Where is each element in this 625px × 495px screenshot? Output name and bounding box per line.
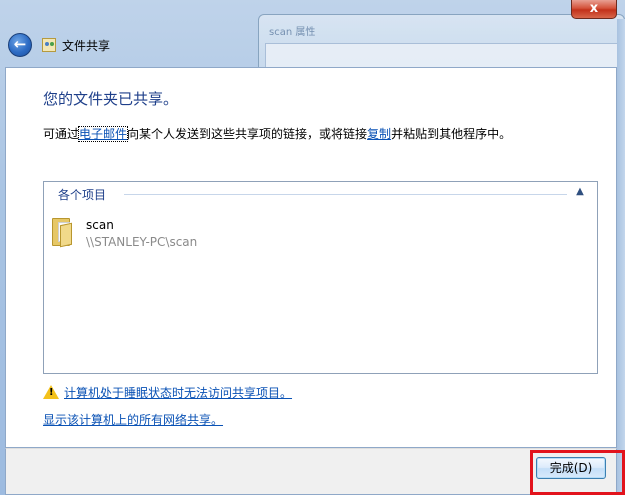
email-link[interactable]: 电子邮件 (78, 126, 129, 142)
copy-link[interactable]: 复制 (367, 127, 391, 141)
desc-middle: 向某个人发送到这些共享项的链接，或将链接 (127, 127, 368, 141)
item-path: \\STANLEY-PC\scan (86, 235, 198, 249)
folder-icon (50, 218, 74, 248)
content-pane: 您的文件夹已共享。 可通过电子邮件向某个人发送到这些共享项的链接，或将链接复制并… (5, 67, 617, 448)
description-text: 可通过电子邮件向某个人发送到这些共享项的链接，或将链接复制并粘贴到其他程序中。 (43, 125, 511, 142)
group-divider (124, 194, 567, 195)
back-arrow-icon: ← (13, 35, 27, 53)
file-sharing-icon (42, 38, 56, 52)
back-button[interactable]: ← (8, 33, 32, 57)
network-shares-row: 显示该计算机上的所有网络共享。 (43, 411, 223, 428)
background-window: scan 属性 (258, 14, 625, 74)
group-header[interactable]: 各个项目 ▲ (44, 182, 597, 206)
warning-icon (43, 385, 59, 399)
sleep-warning-link[interactable]: 计算机处于睡眠状态时无法访问共享项目。 (64, 386, 292, 400)
list-item[interactable]: scan \\STANLEY-PC\scan (50, 216, 350, 252)
close-button[interactable]: x (571, 0, 617, 19)
collapse-chevron-up-icon[interactable]: ▲ (573, 185, 587, 199)
show-network-shares-link[interactable]: 显示该计算机上的所有网络共享。 (43, 413, 223, 427)
desc-prefix: 可通过 (43, 127, 80, 141)
group-label: 各个项目 (58, 186, 113, 203)
item-name: scan (86, 218, 114, 232)
page-heading: 您的文件夹已共享。 (43, 90, 179, 108)
sleep-warning-row: 计算机处于睡眠状态时无法访问共享项目。 (43, 384, 292, 401)
desc-suffix: 并粘贴到其他程序中。 (391, 127, 512, 141)
background-window-title: scan 属性 (269, 27, 316, 38)
done-button[interactable]: 完成(D) (536, 457, 606, 479)
window-frame-right (617, 19, 625, 495)
dialog-footer (5, 448, 617, 495)
window-title: 文件共享 (62, 39, 111, 53)
shared-items-list[interactable]: 各个项目 ▲ scan \\STANLEY-PC\scan (43, 181, 598, 374)
